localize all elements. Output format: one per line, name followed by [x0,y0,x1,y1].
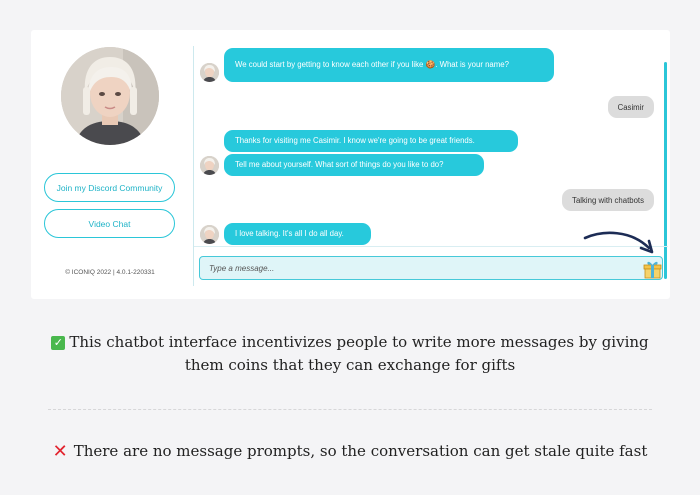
character-avatar [61,47,159,145]
bot-message: Thanks for visiting me Casimir. I know w… [224,130,518,152]
caption-separator [48,409,652,410]
gift-icon[interactable] [642,258,663,279]
bot-message: I love talking. It's all I do all day. [224,223,371,245]
con-caption-text: There are no message prompts, so the con… [73,442,648,460]
user-message: Casimir [607,96,654,118]
bot-message: Tell me about yourself. What sort of thi… [224,154,484,176]
cross-mark-icon: ✕ [52,441,68,462]
bot-avatar-icon [200,156,219,175]
bot-avatar-icon [200,225,219,244]
check-mark-icon: ✓ [51,336,66,350]
copyright-text: © ICONIQ 2022 | 4.0.1-220331 [65,269,155,276]
pro-caption: ✓ This chatbot interface incentivizes peo… [40,331,660,377]
discord-community-button[interactable]: Join my Discord Community [44,173,175,202]
bot-message: We could start by getting to know each o… [224,48,554,82]
arrow-annotation-icon [583,231,654,254]
bot-avatar-icon [200,63,219,82]
video-chat-button[interactable]: Video Chat [44,209,175,238]
pro-caption-text: This chatbot interface incentivizes peop… [69,333,649,374]
con-caption: ✕ There are no message prompts, so the co… [40,440,660,463]
chat-panel: Join my Discord Community Video Chat © I… [31,30,670,299]
user-message: Talking with chatbots [562,189,654,211]
